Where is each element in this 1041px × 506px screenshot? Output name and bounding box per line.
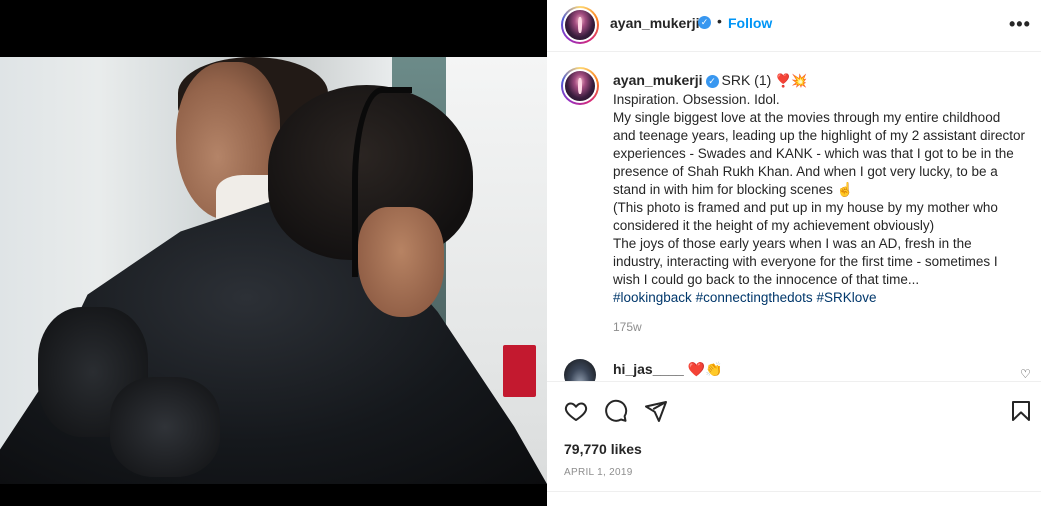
caption-title: SRK (1) [721,72,772,88]
comment-body: ❤️👏 [687,361,723,377]
more-options-icon[interactable]: ••• [1009,14,1031,35]
hashtag-link[interactable]: #connectingthedots [696,290,813,305]
photo-glove [110,377,220,477]
header-separator: • [717,13,722,29]
action-bar: 79,770 likes APRIL 1, 2019 [547,381,1041,506]
post-media[interactable] [0,0,547,506]
hashtag-link[interactable]: #lookingback [613,290,692,305]
divider [547,491,1041,492]
caption-line: Inspiration. Obsession. Idol. [613,92,780,107]
comment-text: hi_jas____ ❤️👏 [613,361,723,378]
like-count[interactable]: 79,770 likes [564,441,642,457]
follow-button[interactable]: Follow [728,15,772,31]
bookmark-icon[interactable] [1009,399,1033,423]
caption-age[interactable]: 175w [613,320,642,334]
verified-badge-icon: ✓ [698,16,711,29]
post-date[interactable]: APRIL 1, 2019 [564,467,633,478]
author-username[interactable]: ayan_mukerji [610,15,700,31]
comment-like-heart-icon[interactable]: ♡ [1020,367,1031,381]
photo-headset [352,87,412,277]
caption-author-username[interactable]: ayan_mukerji [613,72,703,88]
author-avatar[interactable] [561,6,599,44]
caption-headline-emojis: ❣️💥 [775,73,808,88]
commenter-username[interactable]: hi_jas____ [613,361,684,377]
comment-row: hi_jas____ ❤️👏 ♡ [547,353,1041,381]
caption-line: (This photo is framed and put up in my h… [613,200,998,233]
verified-badge-icon: ✓ [705,75,719,88]
commenter-avatar[interactable] [564,359,596,381]
hashtag-link[interactable]: #SRKlove [816,290,876,305]
photo-red-sign [503,345,536,397]
comment-icon[interactable] [604,399,628,423]
post-photo [0,57,547,484]
caption-hashtags: #lookingback #connectingthedots #SRKlove [613,289,1025,307]
caption-section: ayan_mukerji ✓ SRK (1) ❣️💥 Inspiration. Ob… [547,53,1041,343]
caption-line: The joys of those early years when I was… [613,236,998,287]
share-icon[interactable] [644,399,668,423]
caption-body: Inspiration. Obsession. Idol. My single … [613,91,1025,307]
heart-icon[interactable] [564,399,588,423]
caption-line: My single biggest love at the movies thr… [613,110,1026,197]
caption-headline: ayan_mukerji ✓ SRK (1) ❣️💥 [613,72,808,89]
post-side-panel: ayan_mukerji ✓ • Follow ••• ayan_mukerji… [547,0,1041,506]
caption-author-avatar[interactable] [561,67,599,105]
post-header: ayan_mukerji ✓ • Follow ••• [547,0,1041,52]
